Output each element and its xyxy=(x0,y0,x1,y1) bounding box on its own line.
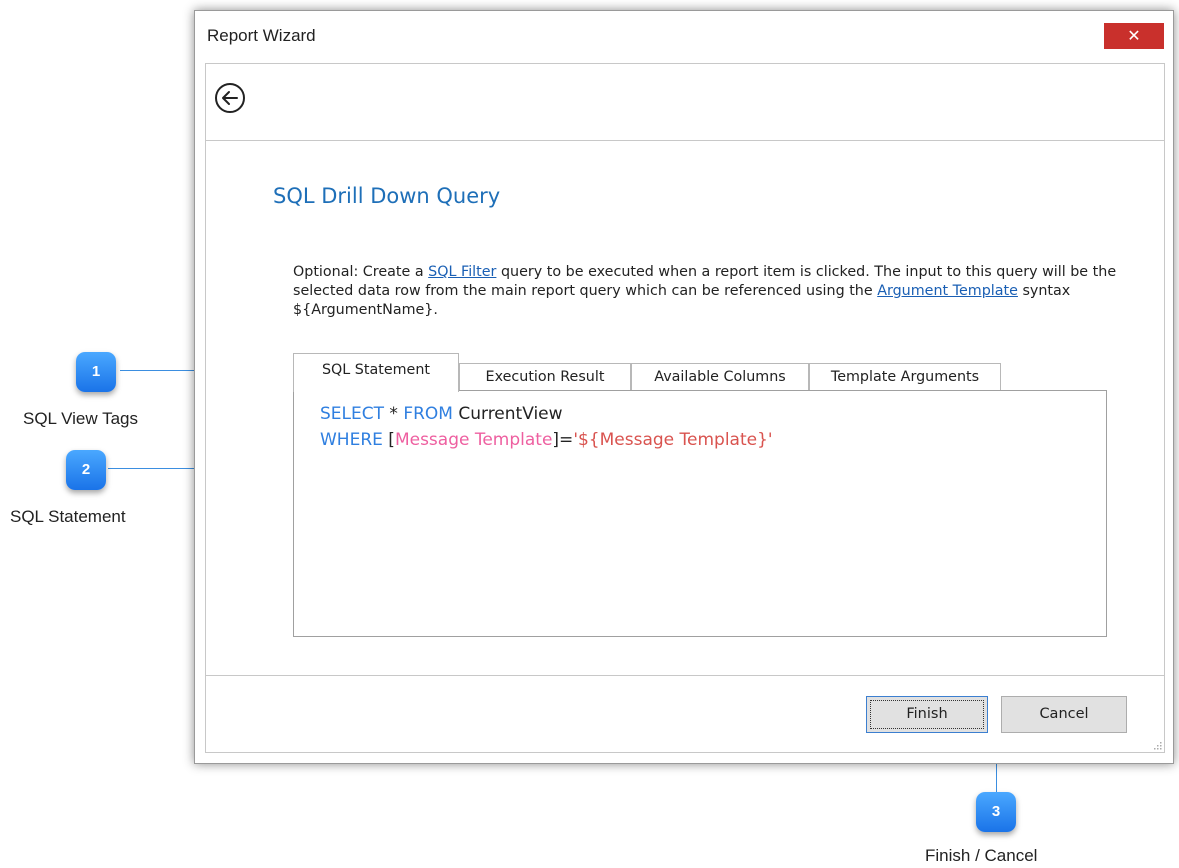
cancel-button[interactable]: Cancel xyxy=(1001,696,1127,733)
sql-string: '${Message Template}' xyxy=(573,430,773,450)
close-icon: ✕ xyxy=(1127,26,1141,45)
callout-label-3: Finish / Cancel xyxy=(925,846,1038,865)
finish-button[interactable]: Finish xyxy=(866,696,988,733)
argument-template-link[interactable]: Argument Template xyxy=(877,283,1018,299)
sql-text: CurrentView xyxy=(452,404,563,424)
back-button[interactable] xyxy=(214,82,246,114)
sql-editor[interactable]: SELECT * FROM CurrentView WHERE [Message … xyxy=(293,390,1107,637)
window-title: Report Wizard xyxy=(207,26,316,45)
finish-button-label: Finish xyxy=(870,700,984,729)
sql-code: SELECT * FROM CurrentView WHERE [Message … xyxy=(320,401,773,453)
sql-text: ]= xyxy=(552,430,574,450)
sql-keyword: SELECT xyxy=(320,404,384,424)
resize-grip-icon[interactable] xyxy=(1152,740,1162,750)
title-bar[interactable]: Report Wizard ✕ xyxy=(195,11,1173,61)
sql-text: [ xyxy=(382,430,395,450)
tab-execution-result[interactable]: Execution Result xyxy=(459,363,631,391)
sql-line-1: SELECT * FROM CurrentView xyxy=(320,401,773,427)
callout-badge-3: 3 xyxy=(976,792,1016,832)
tab-sql-statement[interactable]: SQL Statement xyxy=(293,353,459,392)
arrow-left-circle-icon xyxy=(215,83,245,113)
navigation-bar xyxy=(206,64,1164,141)
sql-line-2: WHERE [Message Template]='${Message Temp… xyxy=(320,427,773,453)
sql-filter-link[interactable]: SQL Filter xyxy=(428,264,496,280)
callout-badge-2: 2 xyxy=(66,450,106,490)
callout-label-2: SQL Statement xyxy=(10,507,126,526)
close-button[interactable]: ✕ xyxy=(1104,23,1164,49)
footer-divider xyxy=(206,675,1164,676)
wizard-content: SQL Drill Down Query Optional: Create a … xyxy=(205,63,1165,753)
sql-keyword: FROM xyxy=(403,404,453,424)
report-wizard-dialog: Report Wizard ✕ SQL Drill Down Query Opt… xyxy=(194,10,1174,764)
page-description: Optional: Create a SQL Filter query to b… xyxy=(293,263,1153,320)
callout-label-1: SQL View Tags xyxy=(23,409,138,428)
page-title: SQL Drill Down Query xyxy=(273,184,501,208)
tab-available-columns[interactable]: Available Columns xyxy=(631,363,809,391)
description-text-1: Optional: Create a xyxy=(293,264,429,280)
sql-identifier: Message Template xyxy=(394,430,553,450)
sql-text: * xyxy=(384,404,404,424)
tab-template-arguments[interactable]: Template Arguments xyxy=(809,363,1001,391)
callout-badge-1: 1 xyxy=(76,352,116,392)
sql-keyword: WHERE xyxy=(320,430,383,450)
